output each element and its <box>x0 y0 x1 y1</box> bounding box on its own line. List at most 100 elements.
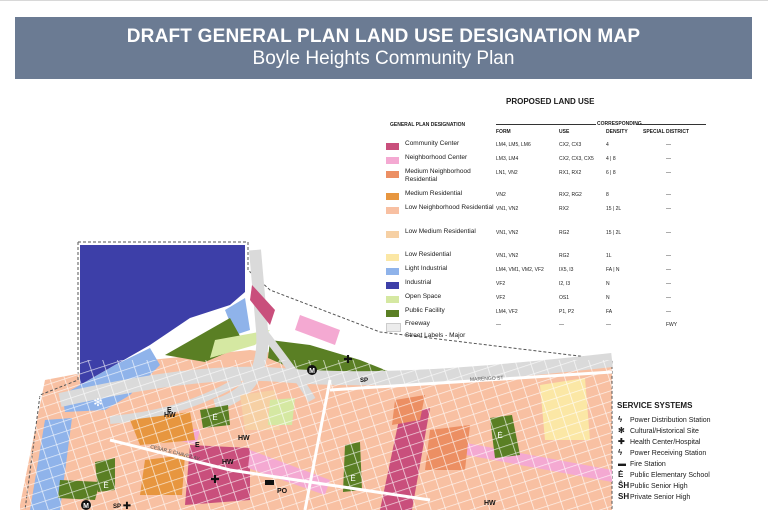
legend-use-value: RX2 <box>559 206 569 212</box>
legend-form-value: — <box>496 322 501 328</box>
legend-use-value: RG2 <box>559 230 570 236</box>
legend-designation-name: Low Medium Residential <box>405 228 476 235</box>
map-area-neighborhood-center-3 <box>295 315 340 345</box>
health-center-icon-2[interactable]: ✚ <box>123 501 131 510</box>
legend-col-designation: GENERAL PLAN DESIGNATION <box>390 122 466 128</box>
school-icon-2[interactable]: Ė <box>103 481 108 490</box>
service-icon: ✻ <box>618 426 625 435</box>
legend-density-value: FA | N <box>606 267 620 273</box>
service-icon: ϟ <box>618 448 623 457</box>
legend-designation-name: Open Space <box>405 293 442 300</box>
service-icon: ŜH <box>618 481 630 490</box>
service-item: Ė Public Elementary School <box>618 470 710 480</box>
legend-swatch <box>386 193 399 200</box>
legend-header-rule-left <box>496 124 596 125</box>
legend-row: Low Medium Residential VN1, VN2 RG2 15 | 2L… <box>386 228 706 242</box>
legend-form-value: LM4, VM1, VM2, VF2 <box>496 267 544 273</box>
legend-use-value: — <box>559 322 564 328</box>
legend-special-value: — <box>666 156 671 162</box>
service-item: ▬ Fire Station <box>618 459 666 469</box>
health-center-icon[interactable]: ✚ <box>210 474 219 486</box>
service-item: ✚ Health Center/Hospital <box>618 437 700 447</box>
legend-special-value: — <box>666 230 671 236</box>
legend-designation-name: Freeway <box>405 320 430 327</box>
legend-use-value: IX5, I3 <box>559 267 574 273</box>
legend-density-value: FA <box>606 309 613 315</box>
legend-row: Medium Neighborhood Residential LN1, VN2 R… <box>386 168 706 183</box>
high-school-label-2: HW <box>238 435 250 442</box>
legend-form-value: VN2 <box>496 192 506 198</box>
legend-row: Neighborhood Center LM3, LM4 CX2, CX3, CX5… <box>386 154 706 168</box>
fire-station-icon[interactable] <box>265 480 274 485</box>
cultural-site-icon[interactable]: ✻ <box>93 397 102 409</box>
service-item: ŜHPublic Senior High <box>618 481 688 491</box>
legend-special-value: — <box>666 142 671 148</box>
legend-swatch <box>386 268 399 275</box>
legend-special-value: — <box>666 192 671 198</box>
elementary-school-label: E <box>195 442 200 449</box>
legend-density-value: 6 | 8 <box>606 170 616 176</box>
legend-designation-name: Neighborhood Center <box>405 154 468 161</box>
service-label: Power Distribution Station <box>630 417 711 424</box>
legend-form-value: LM4, VF2 <box>496 309 518 315</box>
service-item: ✻ Cultural/Historical Site <box>618 426 699 436</box>
legend-swatch <box>386 310 399 317</box>
legend-swatch <box>386 143 399 150</box>
legend-density-value: 15 | 2L <box>606 206 622 212</box>
legend-form-value: LN1, VN2 <box>496 170 518 176</box>
legend-special-value: — <box>666 295 671 301</box>
high-school-label-3: HW <box>222 459 234 466</box>
service-icon: ϟ <box>618 415 623 424</box>
legend-form-value: VN1, VN2 <box>496 206 519 212</box>
senior-high-label: SP <box>360 378 368 384</box>
legend-density-value: 15 | 2L <box>606 230 622 236</box>
legend-density-value: 4 | 8 <box>606 156 616 162</box>
legend-col-use: USE <box>559 129 570 135</box>
station-marker[interactable]: M <box>307 365 317 375</box>
legend-col-form: FORM <box>496 129 511 135</box>
legend-swatch <box>386 282 399 289</box>
station-marker-2[interactable]: M <box>81 500 91 510</box>
school-icon-3[interactable]: Ė <box>497 431 502 440</box>
legend-swatch <box>386 207 399 214</box>
legend-designation-name: Public Facility <box>405 307 445 314</box>
legend-special-value: — <box>666 253 671 259</box>
legend-density-value: 8 <box>606 192 609 198</box>
station-label-2: M <box>83 503 89 510</box>
legend-special-value: — <box>666 309 671 315</box>
legend-use-value: RG2 <box>559 253 570 259</box>
senior-high-label-2: SP <box>113 504 121 510</box>
legend-swatch <box>386 323 401 332</box>
legend-swatch <box>386 254 399 261</box>
legend-swatch <box>386 157 399 164</box>
service-systems-title: SERVICE SYSTEMS <box>617 401 693 410</box>
legend-use-value: I2, I3 <box>559 281 571 287</box>
legend-designation-name: Industrial <box>405 279 432 286</box>
legend-use-value: RX2, RG2 <box>559 192 582 198</box>
legend-use-value: RX1, RX2 <box>559 170 582 176</box>
post-office-label: PO <box>277 488 288 495</box>
service-label: Cultural/Historical Site <box>630 428 699 435</box>
legend-row: Public Facility LM4, VF2 P1, P2 FA — <box>386 307 706 321</box>
school-icon[interactable]: Ė <box>212 413 217 422</box>
legend-swatch <box>386 231 399 238</box>
legend-form-value: LM4, LM5, LM6 <box>496 142 531 148</box>
legend-designation-name: Community Center <box>405 140 460 147</box>
legend-special-value: — <box>666 206 671 212</box>
legend-row: Industrial VF2 I2, I3 N — <box>386 279 706 293</box>
elementary-school-label-2: E <box>167 407 172 414</box>
legend-special-value: — <box>666 267 671 273</box>
legend-designation-name: Medium Neighborhood Residential <box>405 168 471 183</box>
legend-form-value: LM3, LM4 <box>496 156 519 162</box>
service-label: Fire Station <box>630 461 666 468</box>
service-label: Health Center/Hospital <box>630 439 701 446</box>
legend-swatch <box>386 171 399 178</box>
legend-use-value: P1, P2 <box>559 309 575 315</box>
legend-use-value: OS1 <box>559 295 570 301</box>
legend-density-value: — <box>606 322 611 328</box>
hospital-icon[interactable]: ✚ <box>343 354 352 366</box>
school-icon-4[interactable]: Ė <box>350 474 355 483</box>
street-grid <box>20 360 612 510</box>
service-icon: ▬ <box>618 459 626 468</box>
legend-use-value: CX2, CX3 <box>559 142 582 148</box>
